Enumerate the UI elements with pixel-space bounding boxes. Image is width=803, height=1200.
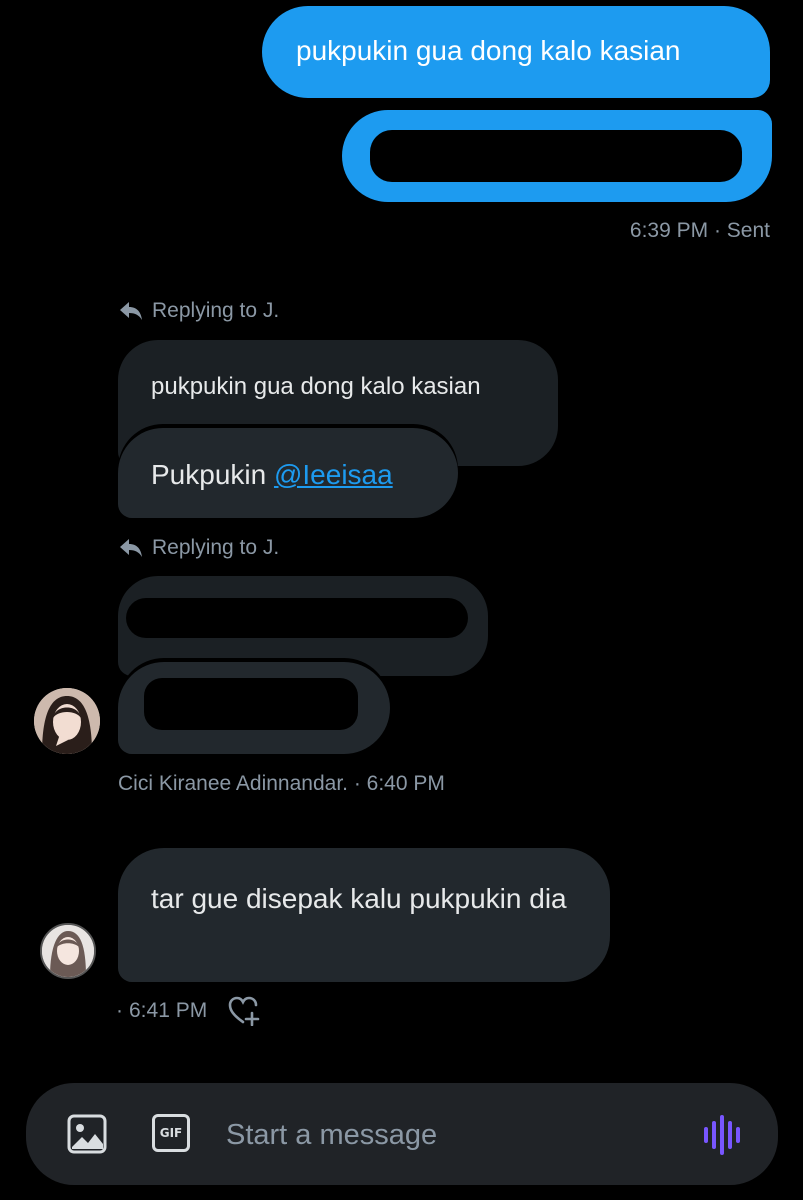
received-message-bubble[interactable]: tar gue disepak kalu pukpukin dia (118, 848, 610, 982)
meta-separator: · (116, 999, 123, 1022)
avatar-image (42, 925, 94, 977)
redacted-message-bubble[interactable] (118, 662, 390, 754)
redaction-bar (144, 678, 358, 730)
avatar-image (34, 688, 100, 754)
gif-icon[interactable]: GIF (152, 1114, 190, 1152)
reply-label: Replying to J. (152, 299, 280, 322)
sent-message-text: pukpukin gua dong kalo kasian (296, 35, 681, 66)
reply-message-bubble[interactable]: Pukpukin @Ieeisaa (118, 428, 458, 518)
reply-arrow-icon (120, 539, 142, 557)
quoted-message-text: pukpukin gua dong kalo kasian (151, 373, 481, 400)
reply-indicator: Replying to J. (118, 299, 279, 323)
message-prefix: Pukpukin (151, 459, 274, 490)
reply-label: Replying to J. (152, 536, 280, 559)
redaction-bar (370, 130, 742, 182)
voice-waveform-icon[interactable] (702, 1115, 746, 1155)
quoted-redacted-message[interactable] (118, 576, 488, 676)
message-input[interactable] (224, 1109, 668, 1161)
received-meta: · 6:41 PM (116, 996, 263, 1026)
received-message-text: tar gue disepak kalu pukpukin dia (151, 883, 567, 914)
heart-plus-icon[interactable] (227, 996, 263, 1026)
message-composer: GIF (26, 1083, 778, 1185)
sender-avatar[interactable] (34, 688, 100, 754)
received-timestamp: 6:41 PM (129, 999, 208, 1022)
reply-message-text: Pukpukin @Ieeisaa (151, 459, 393, 491)
sender-avatar[interactable] (40, 923, 96, 979)
redaction-bar (126, 598, 468, 638)
image-icon[interactable] (66, 1113, 108, 1155)
gif-label: GIF (159, 1126, 183, 1140)
sender-name-time: Cici Kiranee Adinnandar. · 6:40 PM (118, 772, 445, 795)
mention-link[interactable]: @Ieeisaa (274, 459, 393, 490)
sent-redacted-bubble[interactable] (342, 110, 772, 202)
sent-timestamp: 6:39 PM · Sent (629, 219, 770, 242)
reply-arrow-icon (120, 302, 142, 320)
sent-message-bubble[interactable]: pukpukin gua dong kalo kasian (262, 6, 770, 98)
reply-indicator: Replying to J. (118, 536, 279, 560)
